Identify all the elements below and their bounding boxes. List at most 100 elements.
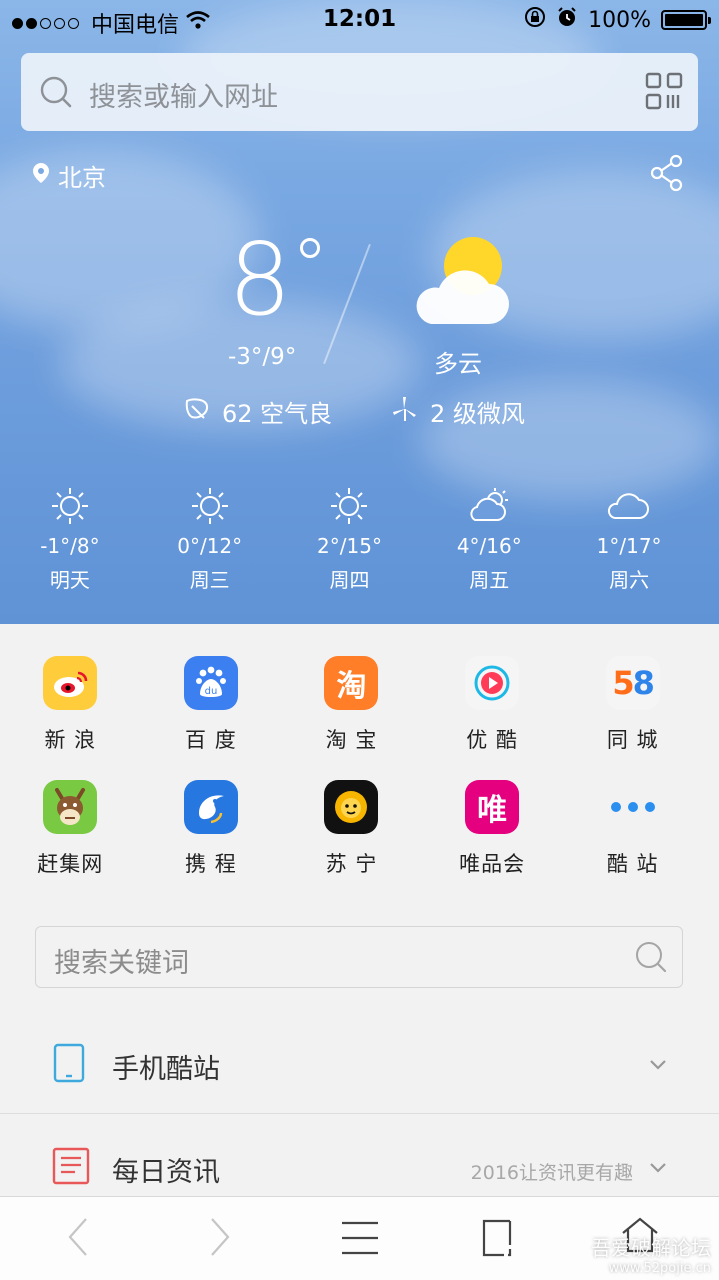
air-quality: 62 空气良 [184,394,332,429]
site-baidu[interactable]: du 百 度 [141,650,282,774]
site-58-tongcheng[interactable]: 58 同 城 [562,650,703,774]
forecast-day-name: 明天 [49,568,90,592]
site-more[interactable]: 酷 站 [562,774,703,898]
forecast-range: 1°/17° [596,534,662,558]
site-label: 新 浪 [44,728,97,752]
keyword-search-input[interactable]: 搜索关键词 [35,926,683,988]
site-label: 百 度 [185,728,237,752]
location[interactable]: 北京 [32,158,106,193]
forward-icon[interactable] [208,1217,232,1261]
qr-scan-icon[interactable] [645,72,683,114]
watermark: 吾爱破解论坛 www.52pojie.cn [591,1232,711,1276]
sun-icon [280,484,420,528]
forecast-row: -1°/8° 明天 0°/12° 周三 2°/15° 周四 4°/16° 周五 [0,484,719,594]
keyword-search-placeholder: 搜索关键词 [54,948,189,979]
forecast-day-name: 周五 [469,568,510,592]
forecast-day: 2°/15° 周四 [280,484,420,594]
forecast-day: 1°/17° 周六 [559,484,699,594]
site-sina[interactable]: 新 浪 [0,650,141,774]
suning-icon [324,780,379,834]
wind-value: 2 级微风 [430,400,525,428]
site-suning[interactable]: 苏 宁 [281,774,422,898]
weather-condition: 多云 [434,350,482,378]
chevron-down-icon [649,1056,667,1075]
site-taobao[interactable]: 淘 淘 宝 [281,650,422,774]
wind: 2 级微风 [392,394,525,429]
site-label: 同 城 [606,728,659,752]
back-icon[interactable] [66,1217,90,1261]
site-youku[interactable]: 优 酷 [422,650,563,774]
leaf-icon [184,396,210,428]
chevron-down-icon [649,1159,667,1178]
forecast-day-name: 周三 [189,568,230,592]
city-name: 北京 [58,164,106,192]
58-logo-digit: 8 [632,664,655,702]
ctrip-icon [183,780,238,834]
baidu-icon: du [183,656,238,710]
vip-icon: 唯 [465,780,520,834]
site-label: 赶集网 [37,852,104,876]
forecast-day: 0°/12° 周三 [140,484,280,594]
location-pin-icon [32,162,50,190]
sun-icon [140,484,280,528]
site-label: 淘 宝 [325,728,378,752]
site-vip[interactable]: 唯 唯品会 [422,774,563,898]
partly-cloudy-icon [419,484,559,528]
today-range: -3°/9° [228,344,297,370]
divider [0,1113,719,1114]
partly-cloudy-icon [405,236,513,332]
site-label: 优 酷 [466,728,518,752]
watermark-title: 吾爱破解论坛 [591,1236,711,1260]
search-icon [39,75,73,113]
search-icon[interactable] [634,940,668,978]
section-mobile-sites[interactable]: 手机酷站 [0,1018,719,1108]
wind-turbine-icon [392,396,418,428]
forecast-range: -1°/8° [40,534,100,558]
forecast-range: 0°/12° [177,534,243,558]
share-icon[interactable] [649,154,685,196]
watermark-url: www.52pojie.cn [608,1261,711,1276]
baidu-logo-text: du [205,686,218,697]
site-label: 携 程 [185,852,237,876]
rotation-lock-icon [524,6,546,34]
url-search-placeholder: 搜索或输入网址 [89,82,278,113]
tabs-icon[interactable] [482,1219,518,1261]
section-subtitle: 2016让资讯更有趣 [470,1162,633,1184]
58-icon: 58 [605,656,660,710]
58-logo-digit: 5 [612,664,634,702]
sina-icon [43,656,98,710]
taobao-logo-text: 淘 [336,669,367,704]
ganji-icon [43,780,98,834]
weather-header: 中国电信 12:01 100% 搜索或输入网址 北京 8 -3°/9° 多云 6… [0,0,719,624]
site-label: 酷 站 [606,852,659,876]
air-quality-value: 62 空气良 [222,400,333,428]
section-title: 每日资讯 [112,1157,220,1188]
forecast-range: 2°/15° [317,534,382,558]
more-dots-icon [606,780,660,834]
sun-icon [0,484,140,528]
site-label: 苏 宁 [325,852,378,876]
forecast-day: 4°/16° 周五 [419,484,559,594]
site-ganji[interactable]: 赶集网 [0,774,141,898]
site-label: 唯品会 [459,852,526,876]
forecast-range: 4°/16° [456,534,522,558]
news-icon [52,1146,92,1190]
url-search-bar[interactable]: 搜索或输入网址 [21,53,698,131]
status-right: 100% [524,6,711,34]
forecast-day: -1°/8° 明天 [0,484,140,594]
forecast-day-name: 周六 [609,568,650,592]
vip-logo-text: 唯 [477,793,508,828]
battery-percent: 100% [588,7,651,33]
taobao-icon: 淘 [324,656,379,710]
phone-icon [52,1043,88,1087]
current-temperature: 8 [228,230,348,340]
battery-icon [661,10,711,30]
youku-icon [465,656,520,710]
cloud-icon [559,484,699,528]
site-ctrip[interactable]: 携 程 [141,774,282,898]
forecast-day-name: 周四 [329,568,370,592]
menu-icon[interactable] [340,1221,380,1259]
site-shortcuts: 新 浪 du 百 度 淘 淘 宝 优 酷 58 同 城 赶集网 携 程 苏 宁 … [0,650,719,898]
status-bar: 中国电信 12:01 100% [0,0,719,40]
section-title: 手机酷站 [112,1054,220,1085]
